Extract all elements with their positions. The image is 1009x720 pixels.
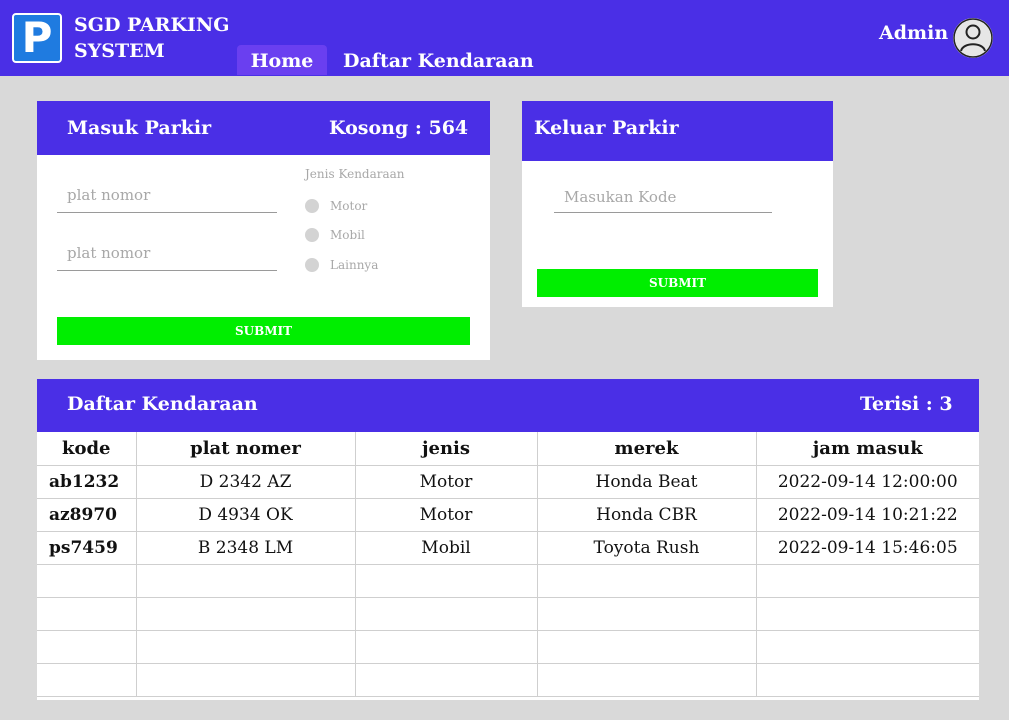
table-header-row: kode plat nomer jenis merek jam masuk bbox=[37, 432, 979, 466]
top-navbar: P SGD PARKING SYSTEM Home Daftar Kendara… bbox=[0, 0, 1009, 76]
column-header-plat: plat nomer bbox=[136, 432, 356, 466]
radio-circle[interactable] bbox=[305, 228, 319, 242]
cell-jenis: Motor bbox=[355, 465, 538, 499]
jenis-kendaraan-label: Jenis Kendaraan bbox=[305, 167, 405, 181]
radio-motor[interactable]: Motor bbox=[305, 197, 367, 215]
kosong-counter: Kosong : 564 bbox=[329, 117, 469, 139]
table-row[interactable]: ps7459 B 2348 LM Mobil Toyota Rush 2022-… bbox=[37, 531, 979, 565]
nav-daftar-kendaraan-tab[interactable]: Daftar Kendaraan bbox=[343, 45, 534, 75]
daftar-kendaraan-card: Daftar Kendaraan Terisi : 3 kode plat no… bbox=[37, 379, 979, 700]
column-header-merek: merek bbox=[537, 432, 757, 466]
keluar-parkir-card: Keluar Parkir SUBMIT bbox=[522, 101, 833, 307]
keluar-parkir-header: Keluar Parkir bbox=[522, 101, 833, 161]
plat-nomor-input-1[interactable] bbox=[57, 181, 277, 213]
cell-plat: B 2348 LM bbox=[136, 531, 356, 565]
radio-mobil-label: Mobil bbox=[330, 228, 365, 242]
cell-kode: ab1232 bbox=[37, 465, 137, 499]
vehicle-table: kode plat nomer jenis merek jam masuk ab… bbox=[37, 432, 979, 697]
cell-merek: Honda Beat bbox=[537, 465, 757, 499]
daftar-kendaraan-title: Daftar Kendaraan bbox=[67, 393, 258, 415]
radio-lainnya-label: Lainnya bbox=[330, 258, 379, 272]
kode-input[interactable] bbox=[554, 185, 772, 213]
cell-plat: D 2342 AZ bbox=[136, 465, 356, 499]
plat-nomor-input-2[interactable] bbox=[57, 239, 277, 271]
empty-table-row bbox=[37, 597, 979, 631]
masuk-submit-button[interactable]: SUBMIT bbox=[57, 317, 470, 345]
cell-jam-masuk: 2022-09-14 10:21:22 bbox=[756, 498, 979, 532]
cell-jenis: Mobil bbox=[355, 531, 538, 565]
masuk-parkir-card: Masuk Parkir Kosong : 564 Jenis Kendaraa… bbox=[37, 101, 490, 360]
keluar-submit-button[interactable]: SUBMIT bbox=[537, 269, 818, 297]
cell-kode: ps7459 bbox=[37, 531, 137, 565]
radio-circle[interactable] bbox=[305, 258, 319, 272]
cell-plat: D 4934 OK bbox=[136, 498, 356, 532]
table-row[interactable]: ab1232 D 2342 AZ Motor Honda Beat 2022-0… bbox=[37, 465, 979, 499]
terisi-counter: Terisi : 3 bbox=[860, 393, 953, 415]
radio-circle[interactable] bbox=[305, 199, 319, 213]
column-header-kode: kode bbox=[37, 432, 137, 466]
radio-lainnya[interactable]: Lainnya bbox=[305, 256, 378, 274]
cell-merek: Honda CBR bbox=[537, 498, 757, 532]
nav-home-tab[interactable]: Home bbox=[237, 45, 327, 75]
empty-table-row bbox=[37, 663, 979, 697]
cell-merek: Toyota Rush bbox=[537, 531, 757, 565]
admin-label[interactable]: Admin bbox=[879, 22, 948, 44]
radio-mobil[interactable]: Mobil bbox=[305, 226, 365, 244]
daftar-kendaraan-header: Daftar Kendaraan Terisi : 3 bbox=[37, 379, 979, 432]
radio-motor-label: Motor bbox=[330, 199, 368, 213]
masuk-parkir-header: Masuk Parkir Kosong : 564 bbox=[37, 101, 490, 155]
app-title-line1: SGD PARKING bbox=[74, 14, 230, 36]
cell-jam-masuk: 2022-09-14 12:00:00 bbox=[756, 465, 979, 499]
empty-table-row bbox=[37, 630, 979, 664]
parking-logo: P bbox=[12, 13, 62, 63]
column-header-jenis: jenis bbox=[355, 432, 538, 466]
user-icon[interactable] bbox=[953, 18, 993, 58]
cell-kode: az8970 bbox=[37, 498, 137, 532]
app-title-line2: SYSTEM bbox=[74, 40, 165, 62]
table-row[interactable]: az8970 D 4934 OK Motor Honda CBR 2022-09… bbox=[37, 498, 979, 532]
cell-jenis: Motor bbox=[355, 498, 538, 532]
cell-jam-masuk: 2022-09-14 15:46:05 bbox=[756, 531, 979, 565]
empty-table-row bbox=[37, 564, 979, 598]
keluar-parkir-title: Keluar Parkir bbox=[534, 117, 679, 139]
masuk-parkir-title: Masuk Parkir bbox=[67, 117, 212, 139]
app-title: SGD PARKING SYSTEM bbox=[74, 12, 244, 64]
column-header-jam-masuk: jam masuk bbox=[756, 432, 979, 466]
